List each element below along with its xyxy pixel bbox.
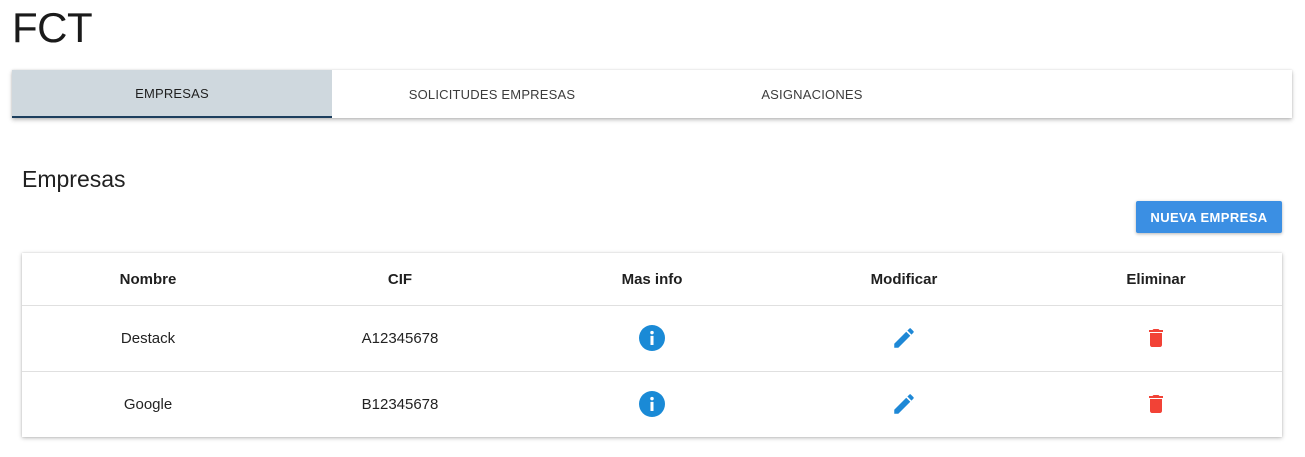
cell-nombre: Google xyxy=(22,371,274,437)
new-company-button[interactable]: NUEVA EMPRESA xyxy=(1136,201,1282,233)
tab-solicitudes-empresas[interactable]: SOLICITUDES EMPRESAS xyxy=(332,70,652,118)
trash-icon[interactable] xyxy=(1140,322,1172,354)
table-row: Google B12345678 xyxy=(22,371,1282,437)
cell-modificar xyxy=(778,371,1030,437)
cell-cif: A12345678 xyxy=(361,330,439,347)
header-nombre: Nombre xyxy=(22,253,274,306)
trash-icon[interactable] xyxy=(1140,388,1172,420)
tab-empresas[interactable]: EMPRESAS xyxy=(12,70,332,118)
table-row: Destack A12345678 xyxy=(22,306,1282,372)
cell-mas-info xyxy=(526,371,778,437)
header-modificar: Modificar xyxy=(778,253,1030,306)
section-title: Empresas xyxy=(22,166,126,192)
app-title: FCT xyxy=(12,4,93,51)
cell-cif: B12345678 xyxy=(274,371,526,437)
table-header-row: Nombre CIF Mas info Modificar Eliminar xyxy=(22,253,1282,306)
cell-eliminar xyxy=(1030,306,1282,372)
header-cif: CIF xyxy=(274,253,526,306)
header-mas-info: Mas info xyxy=(526,253,778,306)
cell-modificar xyxy=(778,306,1030,372)
header-eliminar: Eliminar xyxy=(1030,253,1282,306)
tab-asignaciones[interactable]: ASIGNACIONES xyxy=(652,70,972,118)
info-circle-icon[interactable] xyxy=(636,322,668,354)
cell-eliminar xyxy=(1030,371,1282,437)
cell-mas-info xyxy=(526,306,778,372)
cell-nombre: Destack xyxy=(120,330,176,347)
tab-bar: EMPRESAS SOLICITUDES EMPRESAS ASIGNACION… xyxy=(12,70,1292,118)
pencil-icon[interactable] xyxy=(888,322,920,354)
companies-table: Nombre CIF Mas info Modificar Eliminar D… xyxy=(22,253,1282,437)
pencil-icon[interactable] xyxy=(888,388,920,420)
info-circle-icon[interactable] xyxy=(636,388,668,420)
